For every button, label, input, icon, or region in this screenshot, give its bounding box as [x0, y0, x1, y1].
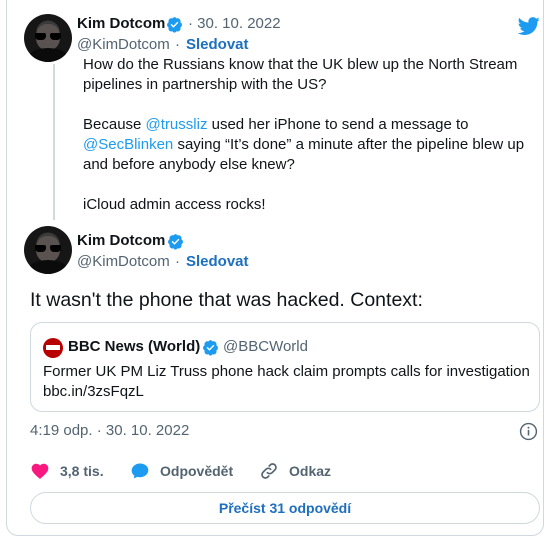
tweet-actions: 3,8 tis. Odpovědět Odkaz — [30, 460, 530, 482]
author-name[interactable]: Kim Dotcom — [77, 232, 165, 249]
reply-label: Odpovědět — [160, 463, 234, 479]
follow-link[interactable]: Sledovat — [186, 253, 249, 270]
text-span: Because — [83, 116, 146, 133]
tweet-timestamp[interactable]: 4:19 odp. · 30. 10. 2022 — [30, 422, 189, 439]
avatar[interactable] — [24, 226, 72, 274]
quoted-tweet-body: Former UK PM Liz Truss phone hack claim … — [43, 362, 533, 402]
tweet-date[interactable]: · 30. 10. 2022 — [188, 15, 281, 32]
twitter-bird-icon[interactable] — [517, 15, 541, 37]
verified-badge-icon — [167, 17, 182, 33]
text-span: used her iPhone to send a message to — [207, 116, 469, 133]
tweet-body: How do the Russians know that the UK ble… — [83, 55, 533, 235]
quoted-author-handle: @BBCWorld — [223, 338, 308, 355]
like-count: 3,8 tis. — [60, 463, 104, 479]
separator-dot: · — [175, 253, 180, 270]
author-name[interactable]: Kim Dotcom — [77, 15, 165, 32]
like-button[interactable]: 3,8 tis. — [30, 460, 104, 482]
mention-link[interactable]: @SecBlinken — [83, 136, 173, 153]
tweet-paragraph: How do the Russians know that the UK ble… — [83, 56, 518, 93]
copy-link-button[interactable]: Odkaz — [259, 460, 331, 482]
embedded-tweet-card: Kim Dotcom · 30. 10. 2022 @KimDotcom · S… — [6, 0, 544, 536]
tweet-body: It wasn't the phone that was hacked. Con… — [30, 289, 423, 311]
author-handle[interactable]: @KimDotcom — [77, 36, 170, 53]
quoted-tweet[interactable]: BBC News (World) @BBCWorld Former UK PM … — [30, 322, 540, 412]
reply-button[interactable]: Odpovědět — [130, 460, 233, 482]
speech-bubble-icon — [131, 463, 149, 479]
separator-dot: · — [175, 36, 180, 53]
thread-connector — [53, 64, 55, 220]
tweet-paragraph: iCloud admin access rocks! — [83, 196, 266, 213]
quoted-author-name: BBC News (World) — [68, 338, 201, 355]
verified-badge-icon — [203, 340, 218, 356]
share-label: Odkaz — [289, 463, 332, 479]
quoted-link[interactable]: bbc.in/3zsFqzL — [43, 382, 533, 402]
quoted-text: Former UK PM Liz Truss phone hack claim … — [43, 363, 530, 380]
author-handle[interactable]: @KimDotcom — [77, 253, 170, 270]
mention-link[interactable]: @trussliz — [146, 116, 208, 133]
avatar[interactable] — [24, 14, 72, 62]
info-icon[interactable] — [519, 422, 538, 441]
tweet-paragraph: Because @trussliz used her iPhone to sen… — [83, 115, 533, 175]
bbc-avatar — [43, 338, 63, 358]
verified-badge-icon — [168, 234, 183, 250]
link-icon — [261, 463, 277, 479]
follow-link[interactable]: Sledovat — [186, 36, 249, 53]
heart-icon — [31, 463, 49, 479]
read-replies-button[interactable]: Přečíst 31 odpovědí — [30, 492, 540, 524]
